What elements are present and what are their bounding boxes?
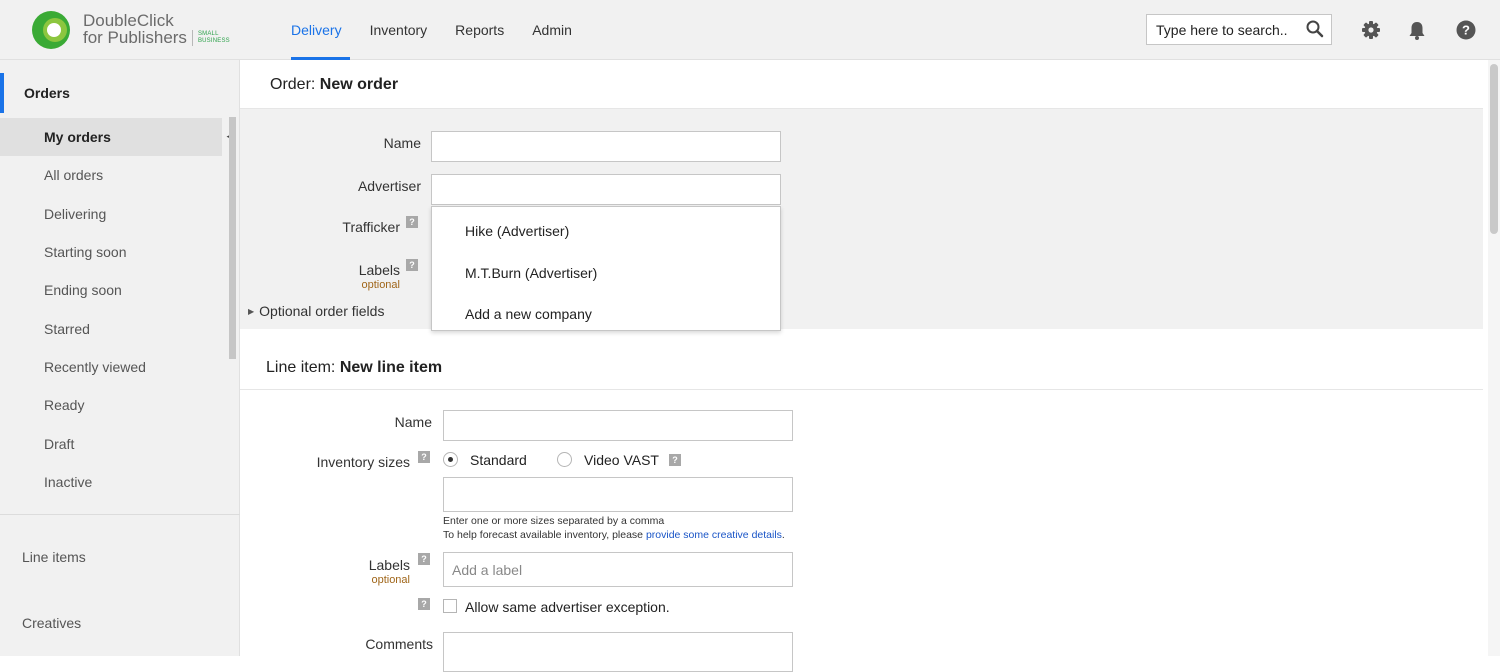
exception-help-icon[interactable]: ? xyxy=(418,598,430,610)
search-box xyxy=(1146,14,1332,45)
inventory-sizes-help-icon[interactable]: ? xyxy=(418,451,430,463)
standard-radio-label[interactable]: Standard xyxy=(470,452,527,468)
trafficker-label: Trafficker xyxy=(342,219,400,235)
line-item-labels-help-icon[interactable]: ? xyxy=(418,553,430,565)
brand-tag: SMALL BUSINESS xyxy=(197,30,230,44)
advertiser-label: Advertiser xyxy=(357,178,421,194)
sidebar-item-recently-viewed[interactable]: Recently viewed xyxy=(0,348,222,386)
line-item-labels-field-box xyxy=(443,552,793,587)
inventory-sizes-label: Inventory sizes xyxy=(316,454,410,470)
dropdown-option-add-company[interactable]: Add a new company xyxy=(465,306,592,322)
sidebar-section-creatives[interactable]: Creatives xyxy=(22,615,81,631)
brand-separator xyxy=(191,29,193,46)
inventory-sizes-field-box xyxy=(443,477,793,512)
line-item-name-label: Name xyxy=(394,414,432,430)
order-labels-help-icon[interactable]: ? xyxy=(406,259,418,271)
orders-sublist: My orders All orders Delivering Starting… xyxy=(0,118,222,513)
comments-field-box xyxy=(443,632,793,672)
tab-delivery[interactable]: Delivery xyxy=(277,0,356,60)
bell-icon[interactable] xyxy=(1406,19,1428,41)
order-name-field-box xyxy=(431,131,781,162)
sidebar: ◀ Orders My orders All orders Delivering… xyxy=(0,60,240,656)
sidebar-item-inactive[interactable]: Inactive xyxy=(0,463,222,501)
svg-text:?: ? xyxy=(1462,23,1470,38)
advertiser-dropdown: Hike (Advertiser) M.T.Burn (Advertiser) … xyxy=(431,206,781,331)
add-label-input[interactable] xyxy=(444,553,792,586)
advertiser-input[interactable] xyxy=(432,175,780,204)
tab-reports[interactable]: Reports xyxy=(441,0,518,60)
sidebar-item-ready[interactable]: Ready xyxy=(0,386,222,424)
line-item-name-field-box xyxy=(443,410,793,441)
brand-line2: for Publishers xyxy=(83,28,187,47)
order-form-panel xyxy=(240,108,1483,329)
doubleclick-logo-icon[interactable] xyxy=(30,10,74,50)
video-vast-help-icon[interactable]: ? xyxy=(669,454,681,466)
comments-label: Comments xyxy=(365,636,433,652)
search-input[interactable] xyxy=(1147,15,1297,44)
help-icon[interactable]: ? xyxy=(1455,19,1477,41)
sidebar-item-all-orders[interactable]: All orders xyxy=(0,156,222,194)
same-advertiser-exception-checkbox[interactable] xyxy=(443,599,457,613)
line-item-name-input[interactable] xyxy=(444,411,792,440)
main-scrollbar[interactable] xyxy=(1488,60,1500,656)
sidebar-section-orders[interactable]: Orders xyxy=(0,73,222,113)
video-vast-radio-label[interactable]: Video VAST xyxy=(584,452,659,468)
tab-admin[interactable]: Admin xyxy=(518,0,586,60)
sidebar-item-my-orders[interactable]: My orders xyxy=(0,118,222,157)
order-title: Order: New order xyxy=(270,76,399,93)
gear-icon[interactable] xyxy=(1360,19,1382,41)
main-scrollbar-thumb[interactable] xyxy=(1490,64,1498,234)
advertiser-field-box xyxy=(431,174,781,205)
search-icon[interactable] xyxy=(1305,19,1325,39)
sidebar-item-ending-soon[interactable]: Ending soon xyxy=(0,271,222,309)
dropdown-option-mt-burn[interactable]: M.T.Burn (Advertiser) xyxy=(465,265,597,281)
order-labels-label: Labels xyxy=(358,262,400,278)
sidebar-item-starting-soon[interactable]: Starting soon xyxy=(0,233,222,271)
sidebar-item-starred[interactable]: Starred xyxy=(0,309,222,347)
dropdown-option-hike[interactable]: Hike (Advertiser) xyxy=(465,223,569,239)
top-bar: DoubleClick for Publishers SMALL BUSINES… xyxy=(0,0,1500,60)
order-name-label: Name xyxy=(383,135,421,151)
sidebar-item-draft[interactable]: Draft xyxy=(0,424,222,462)
expand-triangle-icon: ▶ xyxy=(248,307,255,316)
brand-name: DoubleClick for Publishers SMALL BUSINES… xyxy=(83,12,230,46)
same-advertiser-exception-label[interactable]: Allow same advertiser exception. xyxy=(465,599,670,615)
sidebar-divider xyxy=(0,514,240,515)
optional-order-fields-toggle[interactable]: ▶ Optional order fields xyxy=(248,303,384,319)
trafficker-help-icon[interactable]: ? xyxy=(406,216,418,228)
line-item-divider xyxy=(240,389,1483,390)
line-item-title: Line item: New line item xyxy=(266,359,443,376)
sidebar-section-line-items[interactable]: Line items xyxy=(22,549,86,565)
order-name-input[interactable] xyxy=(432,132,780,161)
sidebar-scrollbar[interactable] xyxy=(229,117,236,359)
sidebar-item-delivering[interactable]: Delivering xyxy=(0,195,222,233)
standard-radio[interactable] xyxy=(443,452,458,467)
line-item-labels-optional: optional xyxy=(371,574,410,586)
inventory-sizes-input[interactable] xyxy=(444,478,792,511)
order-labels-optional: optional xyxy=(361,279,400,291)
sidebar-item-needs-creatives[interactable]: Needs creatives xyxy=(0,501,222,513)
comments-input[interactable] xyxy=(444,633,792,671)
main-nav: Delivery Inventory Reports Admin xyxy=(277,0,586,60)
forecast-hint: To help forecast available inventory, pl… xyxy=(443,529,785,541)
sizes-hint: Enter one or more sizes separated by a c… xyxy=(443,515,665,527)
brand-line1: DoubleClick xyxy=(83,11,174,30)
tab-inventory[interactable]: Inventory xyxy=(356,0,442,60)
line-item-labels-label: Labels xyxy=(368,557,410,573)
creative-details-link[interactable]: provide some creative details xyxy=(646,529,782,541)
video-vast-radio[interactable] xyxy=(557,452,572,467)
